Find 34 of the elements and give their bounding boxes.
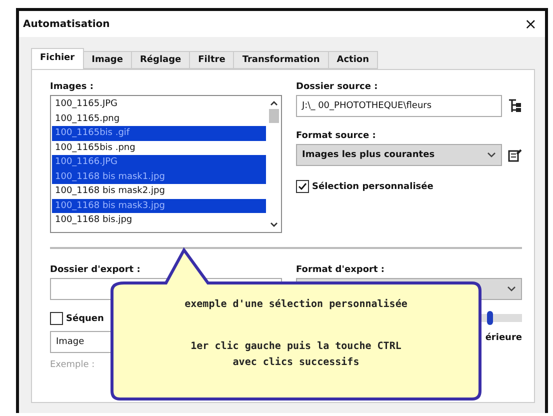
quality-caption: érieure: [485, 333, 522, 343]
callout-instructions: 1er clic gauche puis la touche CTRL avec clics successifs: [190, 340, 402, 370]
window-title: Automatisation: [23, 18, 110, 30]
source-format-label: Format source :: [296, 131, 377, 141]
tab[interactable]: Fichier: [31, 48, 84, 69]
tab[interactable]: Image: [82, 51, 132, 69]
export-format-label: Format d'export :: [296, 265, 386, 275]
source-folder-label: Dossier source :: [296, 82, 379, 92]
list-item[interactable]: 100_1165.png: [52, 112, 266, 126]
tab[interactable]: Réglage: [130, 51, 190, 69]
folder-tree-icon[interactable]: [508, 99, 522, 113]
list-item[interactable]: 100_1165.JPG: [52, 97, 266, 112]
list-item[interactable]: 100_1165bis .png: [52, 140, 266, 155]
images-label: Images :: [50, 82, 94, 92]
tab[interactable]: Filtre: [189, 51, 234, 69]
close-button[interactable]: ×: [524, 15, 537, 33]
list-item[interactable]: 100_1168 bis mask1.jpg: [52, 170, 266, 184]
example-label: Exemple :: [50, 360, 95, 370]
sequence-checkbox[interactable]: Séquen: [50, 312, 282, 325]
list-item[interactable]: 100_1168 bis mask2.jpg: [52, 184, 266, 198]
list-item[interactable]: 100_1168 bis.jpg: [52, 213, 266, 228]
source-format-dropdown[interactable]: Images les plus courantes: [296, 144, 502, 166]
slider-thumb[interactable]: [487, 311, 494, 325]
tab[interactable]: Transformation: [233, 51, 329, 69]
list-item[interactable]: 100_1166.JPG: [52, 155, 266, 170]
tab[interactable]: Action: [328, 51, 378, 69]
list-item[interactable]: 100_1168 bis mask3.jpg: [52, 198, 266, 213]
export-folder-label: Dossier d'export :: [50, 265, 142, 275]
list-item[interactable]: 100_1165bis .gif: [52, 126, 266, 140]
callout-title: exemple d'une sélection personnalisée: [184, 298, 408, 312]
custom-selection-checkbox[interactable]: Sélection personnalisée: [296, 180, 522, 193]
source-folder-field[interactable]: J:\_ 00_PHOTOTHEQUE\fleurs: [296, 95, 502, 117]
check-icon: [298, 182, 307, 191]
edit-list-icon[interactable]: [508, 148, 522, 162]
